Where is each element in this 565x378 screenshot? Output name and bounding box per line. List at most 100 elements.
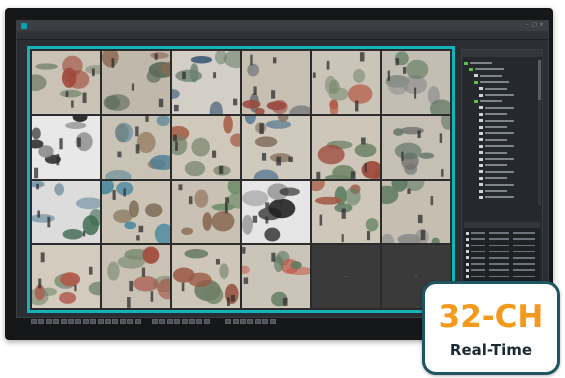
camera-tile[interactable] [172, 180, 240, 244]
tree-camera-item[interactable] [479, 118, 514, 124]
layout-button[interactable] [247, 319, 254, 324]
camera-tile[interactable] [32, 115, 100, 179]
layout-button[interactable] [82, 319, 89, 324]
menu-item[interactable] [101, 31, 113, 39]
event-row[interactable] [464, 267, 540, 273]
camera-tile[interactable] [312, 180, 380, 244]
minimize-icon[interactable]: – [525, 23, 530, 28]
layout-button[interactable] [254, 319, 261, 324]
event-row[interactable] [464, 230, 540, 236]
empty-camera-tile[interactable]: ⌁ [312, 245, 380, 308]
camera-tile[interactable] [312, 51, 380, 114]
tree-camera-item[interactable] [479, 137, 507, 143]
camera-tile[interactable] [382, 115, 450, 179]
event-row[interactable] [464, 236, 540, 242]
tree-camera-item[interactable] [479, 169, 514, 175]
tree-camera-item[interactable] [479, 130, 514, 136]
layout-button[interactable] [75, 319, 82, 324]
device-tree-scrollbar[interactable] [538, 60, 541, 205]
camera-tile[interactable] [382, 51, 450, 114]
event-row[interactable] [464, 242, 540, 248]
layout-button[interactable] [38, 319, 45, 324]
maximize-icon[interactable]: □ [532, 23, 537, 28]
menu-item[interactable] [79, 31, 91, 39]
tree-camera-item[interactable] [474, 73, 502, 79]
camera-feed-image [32, 115, 100, 179]
layout-button[interactable] [60, 319, 67, 324]
tree-camera-item[interactable] [479, 150, 507, 156]
tree-camera-item[interactable] [479, 86, 507, 92]
camera-icon [479, 87, 483, 91]
camera-tile[interactable] [172, 115, 240, 179]
camera-tile[interactable] [172, 245, 240, 308]
camera-icon [479, 112, 483, 116]
tree-camera-item[interactable] [479, 111, 507, 117]
tree-camera-item[interactable] [479, 175, 507, 181]
tree-group-item[interactable] [474, 79, 509, 85]
camera-tile[interactable] [242, 245, 310, 308]
layout-button[interactable] [119, 319, 126, 324]
layout-button[interactable] [127, 319, 134, 324]
layout-button[interactable] [68, 319, 74, 324]
layout-button[interactable] [232, 319, 239, 324]
menu-item[interactable] [57, 31, 69, 39]
tree-camera-item[interactable] [479, 105, 514, 111]
layout-button[interactable] [240, 319, 246, 324]
layout-button[interactable] [152, 319, 158, 324]
camera-tile[interactable] [172, 51, 240, 114]
device-tree[interactable] [464, 60, 538, 205]
tree-item-label [485, 132, 514, 135]
layout-button[interactable] [203, 319, 210, 324]
event-camera-icon [466, 262, 469, 266]
tree-camera-item[interactable] [479, 124, 507, 130]
event-row[interactable] [464, 255, 540, 261]
tree-camera-item[interactable] [479, 182, 514, 188]
tree-camera-item[interactable] [479, 162, 507, 168]
camera-tile[interactable] [102, 115, 170, 179]
layout-button[interactable] [225, 319, 232, 324]
event-row[interactable] [464, 261, 540, 267]
camera-tile[interactable] [102, 51, 170, 114]
camera-tile[interactable] [242, 51, 310, 114]
tree-camera-item[interactable] [479, 92, 514, 98]
layout-button[interactable] [90, 319, 97, 324]
camera-tile[interactable] [102, 245, 170, 308]
layout-button[interactable] [174, 319, 181, 324]
event-row[interactable] [464, 273, 540, 279]
camera-feed-image [312, 180, 380, 244]
layout-button[interactable] [105, 319, 111, 324]
layout-button[interactable] [181, 319, 188, 324]
tree-camera-item[interactable] [479, 194, 514, 200]
layout-button[interactable] [166, 319, 173, 324]
layout-button[interactable] [269, 319, 276, 324]
camera-tile[interactable] [242, 115, 310, 179]
scrollbar-thumb[interactable] [538, 60, 541, 100]
tree-camera-item[interactable] [479, 156, 514, 162]
camera-tile[interactable] [382, 180, 450, 244]
tree-group-item[interactable] [464, 60, 492, 66]
tree-group-item[interactable] [469, 66, 504, 72]
camera-tile[interactable] [32, 51, 100, 114]
layout-button[interactable] [134, 319, 141, 324]
tree-group-item[interactable] [474, 98, 502, 104]
layout-button[interactable] [31, 319, 37, 324]
camera-tile[interactable] [32, 180, 100, 244]
layout-button[interactable] [159, 319, 166, 324]
menu-item[interactable] [35, 31, 47, 39]
camera-tile[interactable] [242, 180, 310, 244]
layout-button[interactable] [97, 319, 104, 324]
layout-button[interactable] [112, 319, 119, 324]
layout-button[interactable] [189, 319, 195, 324]
close-icon[interactable]: × [539, 23, 544, 28]
camera-grid: ⌁ ⌁ [27, 46, 455, 313]
layout-button[interactable] [262, 319, 269, 324]
layout-button[interactable] [45, 319, 52, 324]
layout-button[interactable] [196, 319, 203, 324]
layout-button[interactable] [53, 319, 60, 324]
tree-camera-item[interactable] [479, 188, 507, 194]
camera-tile[interactable] [102, 180, 170, 244]
tree-camera-item[interactable] [479, 143, 514, 149]
camera-tile[interactable] [312, 115, 380, 179]
event-row[interactable] [464, 249, 540, 255]
camera-tile[interactable] [32, 245, 100, 308]
